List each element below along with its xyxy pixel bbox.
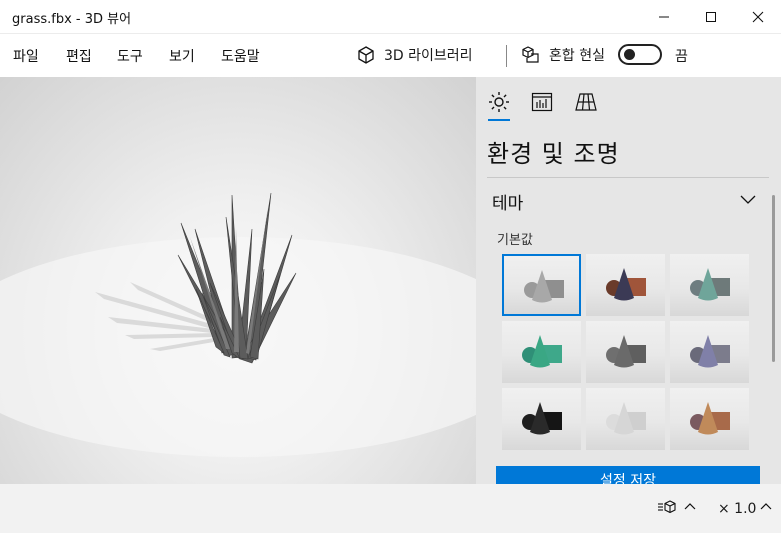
theme-group-label: 기본값 bbox=[497, 233, 533, 248]
menu-file[interactable]: 파일 bbox=[13, 46, 39, 66]
grass-model bbox=[0, 192, 476, 457]
active-tab-indicator bbox=[488, 119, 510, 121]
tab-grid[interactable] bbox=[573, 89, 599, 115]
theme-tile-black[interactable] bbox=[502, 388, 581, 450]
panel-divider bbox=[487, 177, 769, 178]
3d-library-label: 3D 라이브러리 bbox=[384, 48, 473, 64]
theme-preview bbox=[690, 268, 730, 301]
title-bar: grass.fbx - 3D 뷰어 bbox=[0, 0, 781, 34]
mixed-reality-icon bbox=[522, 46, 539, 63]
theme-tile-warm[interactable] bbox=[670, 388, 749, 450]
mixed-reality-label: 혼합 현실 bbox=[549, 48, 605, 64]
maximize-button[interactable] bbox=[688, 0, 734, 34]
menu-edit[interactable]: 편집 bbox=[66, 46, 92, 66]
theme-section-header[interactable]: 테마 bbox=[492, 189, 523, 214]
theme-preview bbox=[690, 402, 730, 435]
menu-help[interactable]: 도움말 bbox=[221, 46, 260, 66]
close-icon bbox=[752, 11, 764, 23]
menu-view[interactable]: 보기 bbox=[169, 46, 195, 66]
theme-tile-white[interactable] bbox=[586, 388, 665, 450]
toggle-knob bbox=[624, 49, 635, 60]
theme-tile-emerald[interactable] bbox=[502, 321, 581, 383]
chevron-up-icon[interactable] bbox=[684, 502, 696, 510]
theme-preview bbox=[524, 270, 564, 303]
save-settings-button[interactable]: 설정 저장 bbox=[496, 466, 760, 484]
stats-icon bbox=[531, 92, 553, 112]
tab-environment-lighting[interactable] bbox=[486, 89, 512, 115]
zoom-level: × 1.0 bbox=[718, 501, 757, 517]
environment-panel: 환경 및 조명 테마 기본값 설정 저장 bbox=[476, 77, 781, 484]
model-view-icon[interactable] bbox=[657, 499, 677, 517]
theme-preview bbox=[522, 335, 562, 368]
3d-viewport[interactable] bbox=[0, 77, 476, 484]
close-button[interactable] bbox=[735, 0, 781, 34]
theme-tile-slate[interactable] bbox=[586, 321, 665, 383]
minimize-icon bbox=[659, 16, 669, 18]
minimize-button[interactable] bbox=[641, 0, 687, 34]
theme-preview bbox=[690, 335, 730, 368]
theme-preview bbox=[606, 268, 646, 301]
theme-tile-teal-gray[interactable] bbox=[670, 254, 749, 316]
chevron-down-icon[interactable] bbox=[740, 195, 756, 205]
theme-preview bbox=[606, 335, 646, 368]
menu-divider bbox=[506, 45, 507, 67]
theme-preview bbox=[522, 402, 562, 435]
menu-bar: 파일 편집 도구 보기 도움말 3D 라이브러리 혼합 현실 끔 bbox=[0, 34, 781, 77]
panel-scrollbar[interactable] bbox=[772, 195, 775, 362]
cube-icon bbox=[358, 46, 374, 64]
status-bar: × 1.0 bbox=[0, 484, 781, 533]
menu-tools[interactable]: 도구 bbox=[117, 46, 143, 66]
theme-tile-violet[interactable] bbox=[670, 321, 749, 383]
grid-icon bbox=[575, 93, 597, 111]
chevron-up-icon[interactable] bbox=[760, 502, 772, 510]
theme-tile-gray[interactable] bbox=[502, 254, 581, 316]
maximize-icon bbox=[706, 12, 716, 22]
mixed-reality-toggle[interactable] bbox=[618, 44, 662, 65]
mixed-reality-button[interactable]: 혼합 현실 bbox=[521, 43, 605, 67]
theme-preview bbox=[606, 402, 646, 435]
window-title: grass.fbx - 3D 뷰어 bbox=[12, 12, 132, 27]
3d-library-button[interactable]: 3D 라이브러리 bbox=[356, 43, 473, 67]
toggle-state-label: 끔 bbox=[675, 49, 688, 65]
sun-icon bbox=[489, 92, 509, 112]
panel-title: 환경 및 조명 bbox=[487, 140, 620, 168]
theme-tile-dusk[interactable] bbox=[586, 254, 665, 316]
tab-stats[interactable] bbox=[529, 89, 555, 115]
